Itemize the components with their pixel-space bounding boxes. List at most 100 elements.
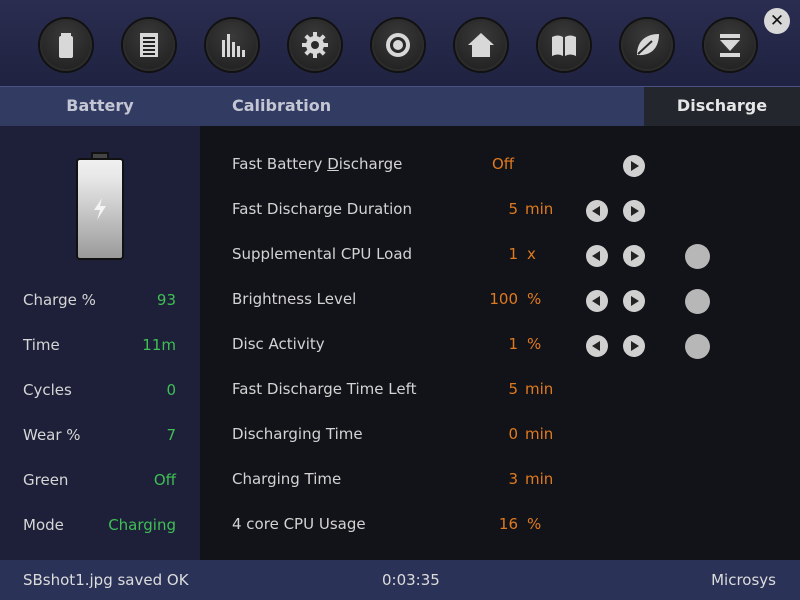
triangle-right-icon	[631, 251, 639, 261]
triangle-right-icon	[631, 296, 639, 306]
next-button[interactable]	[623, 200, 645, 222]
row-label: Brightness Level	[232, 290, 357, 308]
mnemonic-letter: D	[327, 155, 339, 173]
battery-icon	[59, 33, 73, 58]
row-unit: %	[527, 335, 542, 353]
download-icon	[720, 34, 740, 57]
triangle-right-icon	[631, 341, 639, 351]
row-label: Disc Activity	[232, 335, 325, 353]
stat-charge: Charge % 93	[23, 291, 176, 311]
settings-tool-button[interactable]	[289, 19, 341, 71]
row-unit: min	[525, 425, 554, 443]
app-window: ✕ Battery Calibration Discharge Charge %…	[0, 0, 800, 600]
stat-value: Off	[153, 471, 176, 489]
prev-button[interactable]	[586, 245, 608, 267]
row-value: 3	[508, 470, 518, 488]
stats-tool-button[interactable]	[206, 19, 258, 71]
status-clock: 0:03:35	[382, 571, 440, 589]
list-icon	[140, 33, 158, 57]
indicator-dot[interactable]	[685, 289, 710, 314]
row-brightness-level: Brightness Level 100 %	[200, 289, 800, 314]
home-icon	[468, 33, 494, 57]
row-label: Supplemental CPU Load	[232, 245, 413, 263]
target-tool-button[interactable]	[372, 19, 424, 71]
green-tool-button[interactable]	[621, 19, 673, 71]
close-button[interactable]: ✕	[764, 8, 790, 34]
row-cpu-usage: 4 core CPU Usage 16 %	[200, 515, 800, 537]
next-button[interactable]	[623, 290, 645, 312]
row-disc-activity: Disc Activity 1 %	[200, 334, 800, 359]
home-tool-button[interactable]	[455, 19, 507, 71]
row-label: Fast Discharge Time Left	[232, 380, 417, 398]
row-value: 1	[508, 245, 518, 263]
leaf-icon	[637, 34, 659, 56]
status-bar: SBshot1.jpg saved OK 0:03:35 Microsys	[0, 560, 800, 600]
row-unit: %	[527, 515, 542, 533]
triangle-left-icon	[592, 251, 600, 261]
battery-summary-panel: Charge % 93 Time 11m Cycles 0 Wear % 7 G…	[0, 126, 200, 560]
row-fast-discharge-time-left: Fast Discharge Time Left 5 min	[200, 380, 800, 402]
book-tool-button[interactable]	[538, 19, 590, 71]
row-unit: min	[525, 470, 554, 488]
prev-button[interactable]	[586, 335, 608, 357]
stat-label: Charge %	[23, 291, 96, 309]
stat-label: Time	[23, 336, 60, 354]
stat-label: Wear %	[23, 426, 81, 444]
tab-bar: Battery Calibration Discharge	[0, 86, 800, 127]
next-button[interactable]	[623, 335, 645, 357]
row-label: Charging Time	[232, 470, 342, 488]
prev-button[interactable]	[586, 290, 608, 312]
indicator-dot[interactable]	[685, 334, 710, 359]
row-charging-time: Charging Time 3 min	[200, 470, 800, 492]
row-value: 5	[508, 380, 518, 398]
row-unit: min	[525, 380, 554, 398]
stat-value: 93	[156, 291, 176, 309]
stat-value: 11m	[142, 336, 176, 354]
stat-label: Green	[23, 471, 69, 489]
book-icon	[552, 35, 576, 56]
row-label: 4 core CPU Usage	[232, 515, 366, 533]
toolbar: ✕	[0, 0, 800, 86]
stat-green: Green Off	[23, 471, 176, 491]
indicator-dot[interactable]	[685, 244, 710, 269]
stat-value: Charging	[108, 516, 176, 534]
tab-calibration[interactable]: Calibration	[232, 87, 432, 127]
row-label: Discharging Time	[232, 425, 363, 443]
target-icon	[386, 33, 410, 57]
row-value: 16	[498, 515, 518, 533]
stat-value: 0	[166, 381, 176, 399]
stat-wear: Wear % 7	[23, 426, 176, 446]
stat-label: Cycles	[23, 381, 72, 399]
prev-button[interactable]	[586, 200, 608, 222]
close-icon: ✕	[769, 10, 785, 31]
row-unit: x	[527, 245, 536, 263]
tab-discharge[interactable]: Discharge	[644, 87, 800, 127]
stat-label: Mode	[23, 516, 64, 534]
row-supplemental-cpu-load: Supplemental CPU Load 1 x	[200, 244, 800, 269]
row-value: 0	[508, 425, 518, 443]
gear-icon	[302, 32, 328, 58]
row-value: Off	[492, 155, 515, 173]
next-button[interactable]	[623, 245, 645, 267]
lightning-icon	[94, 198, 106, 220]
list-tool-button[interactable]	[123, 19, 175, 71]
row-value: 100	[489, 290, 518, 308]
triangle-right-icon	[631, 206, 639, 216]
download-tool-button[interactable]	[704, 19, 756, 71]
tab-battery[interactable]: Battery	[0, 87, 200, 127]
triangle-right-icon	[631, 161, 639, 171]
stat-time: Time 11m	[23, 336, 176, 356]
battery-tool-button[interactable]	[40, 19, 92, 71]
row-label: Fast Discharge Duration	[232, 200, 412, 218]
row-label: Fast Battery Discharge	[232, 155, 403, 173]
triangle-left-icon	[592, 341, 600, 351]
row-value: 1	[508, 335, 518, 353]
status-message: SBshot1.jpg saved OK	[23, 571, 189, 589]
stat-mode: Mode Charging	[23, 516, 176, 536]
stat-value: 7	[166, 426, 176, 444]
next-button[interactable]	[623, 155, 645, 177]
status-vendor: Microsys	[711, 571, 776, 589]
triangle-left-icon	[592, 206, 600, 216]
row-value: 5	[508, 200, 518, 218]
row-fast-battery-discharge: Fast Battery Discharge Off	[200, 155, 800, 177]
